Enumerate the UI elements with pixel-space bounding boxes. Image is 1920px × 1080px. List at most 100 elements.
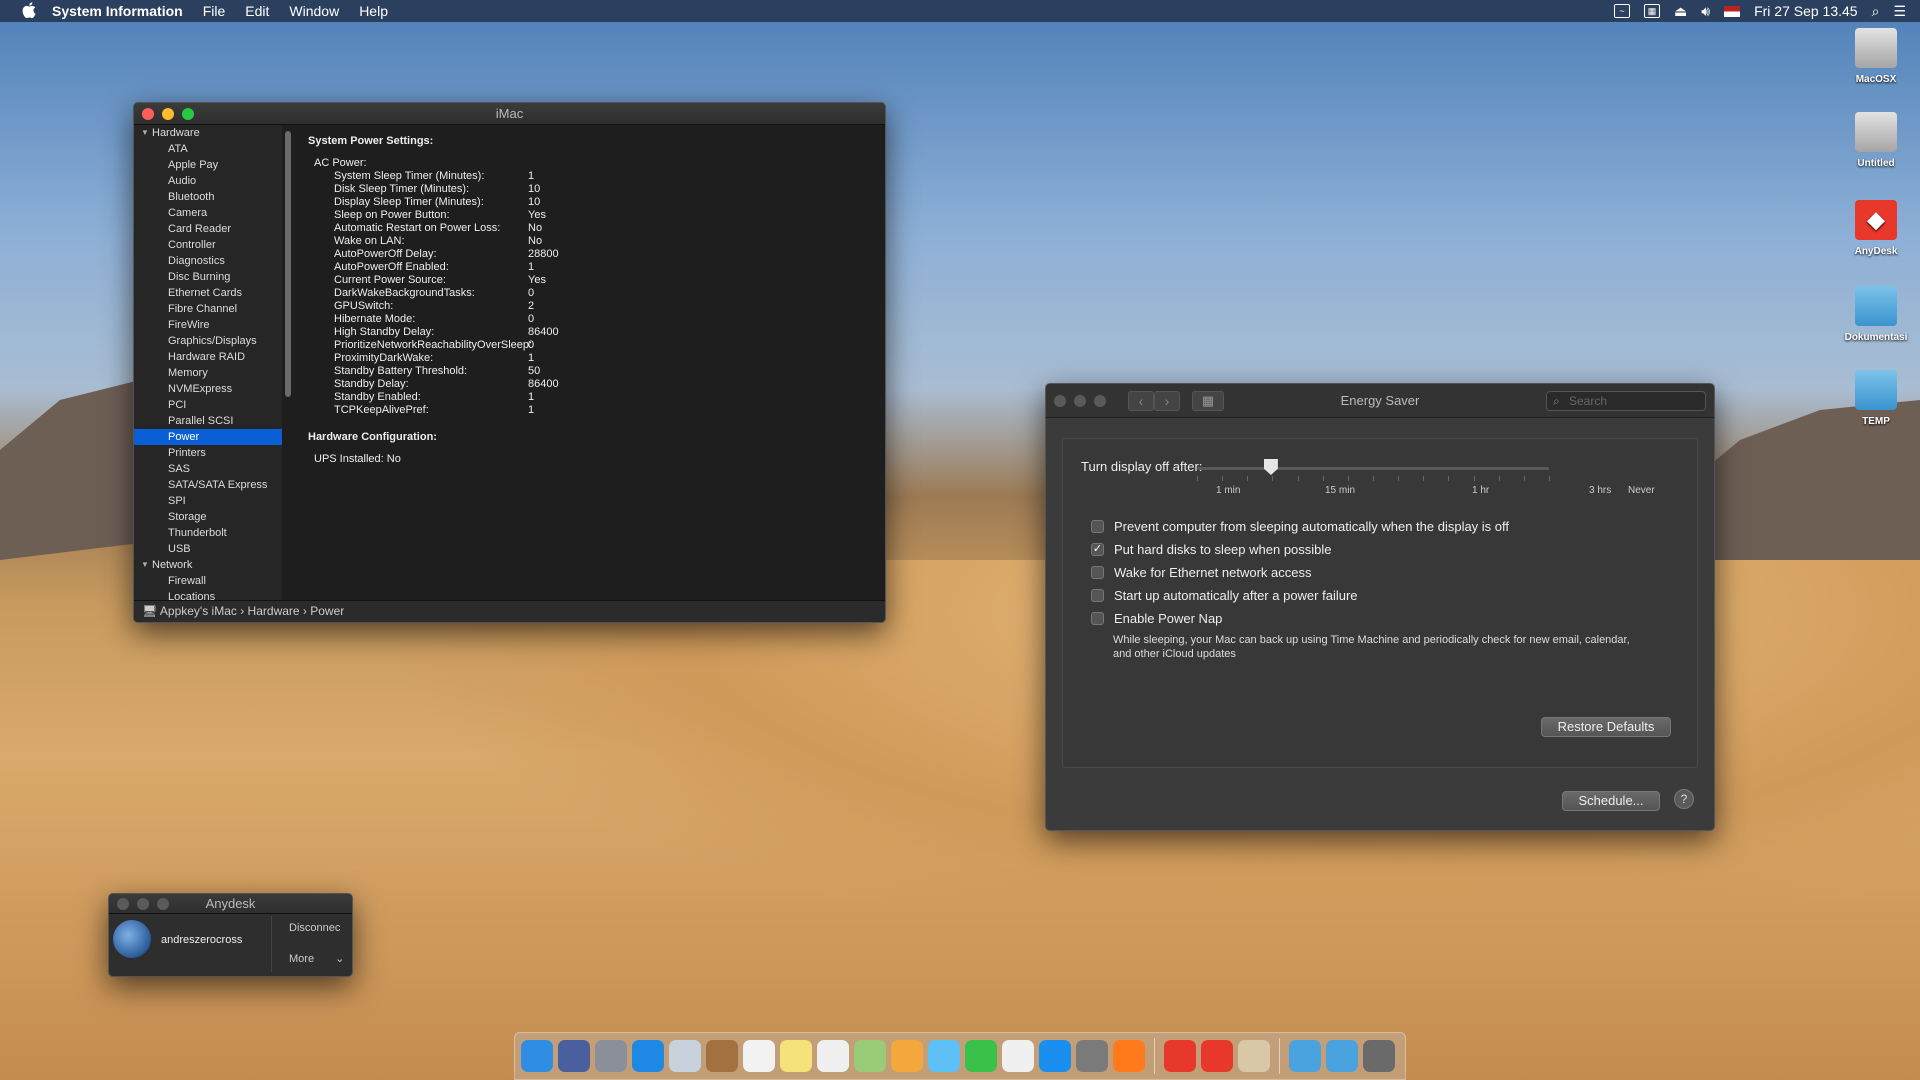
sidebar-scrollbar[interactable] xyxy=(285,131,291,397)
checkbox-power-nap[interactable]: Enable Power Nap xyxy=(1091,611,1222,626)
activity-monitor-icon[interactable]: ~ xyxy=(1614,4,1631,18)
checkbox-disk-sleep[interactable]: ✓ Put hard disks to sleep when possible xyxy=(1091,542,1332,557)
close-button[interactable] xyxy=(117,898,129,910)
zoom-button[interactable] xyxy=(1094,395,1106,407)
menu-app-name[interactable]: System Information xyxy=(52,3,183,19)
desktop-icon-anydesk[interactable]: ◆ AnyDesk xyxy=(1836,200,1916,257)
sidebar-group-network[interactable]: Network xyxy=(134,557,282,573)
dock-app-icon[interactable] xyxy=(1238,1040,1270,1072)
apple-menu-icon[interactable] xyxy=(20,2,38,20)
back-button[interactable]: ‹ xyxy=(1128,391,1154,411)
dock-app-icon[interactable] xyxy=(669,1040,701,1072)
desktop-icon-untitled[interactable]: Untitled xyxy=(1836,112,1916,169)
dock-app-icon[interactable] xyxy=(1164,1040,1196,1072)
checkbox-box[interactable] xyxy=(1091,612,1104,625)
slider-thumb[interactable] xyxy=(1263,459,1278,475)
dock-app-icon[interactable] xyxy=(1363,1040,1395,1072)
sidebar-item[interactable]: Disc Burning xyxy=(134,269,282,285)
sidebar-item[interactable]: Camera xyxy=(134,205,282,221)
sidebar-group-hardware[interactable]: Hardware xyxy=(134,125,282,141)
sidebar-item[interactable]: PCI xyxy=(134,397,282,413)
dock-app-icon[interactable] xyxy=(595,1040,627,1072)
checkbox-box[interactable]: ✓ xyxy=(1091,543,1104,556)
dock-app-icon[interactable] xyxy=(817,1040,849,1072)
dock-app-icon[interactable] xyxy=(1002,1040,1034,1072)
desktop-icon-dokumentasi[interactable]: Dokumentasi xyxy=(1836,286,1916,343)
sidebar-item[interactable]: SPI xyxy=(134,493,282,509)
sidebar-item[interactable]: Graphics/Displays xyxy=(134,333,282,349)
zoom-button[interactable] xyxy=(182,108,194,120)
sidebar-item[interactable]: Apple Pay xyxy=(134,157,282,173)
dock-app-icon[interactable] xyxy=(780,1040,812,1072)
sidebar-item[interactable]: Fibre Channel xyxy=(134,301,282,317)
dock-app-icon[interactable] xyxy=(706,1040,738,1072)
sidebar-item[interactable]: SATA/SATA Express xyxy=(134,477,282,493)
dock-app-icon[interactable] xyxy=(891,1040,923,1072)
dock-app-icon[interactable] xyxy=(1201,1040,1233,1072)
sidebar-item[interactable]: Ethernet Cards xyxy=(134,285,282,301)
dock-app-icon[interactable] xyxy=(558,1040,590,1072)
sidebar-item[interactable]: Parallel SCSI xyxy=(134,413,282,429)
sidebar-item[interactable]: Diagnostics xyxy=(134,253,282,269)
menu-help[interactable]: Help xyxy=(359,3,388,19)
dock-app-icon[interactable] xyxy=(1039,1040,1071,1072)
breadcrumb-text[interactable]: Appkey's iMac › Hardware › Power xyxy=(160,604,344,618)
disconnect-button[interactable]: Disconnec xyxy=(289,922,340,934)
minimize-button[interactable] xyxy=(137,898,149,910)
spotlight-search-icon[interactable]: ⌕ xyxy=(1872,3,1880,20)
dock-app-icon[interactable] xyxy=(1076,1040,1108,1072)
sidebar-item[interactable]: Controller xyxy=(134,237,282,253)
dock-app-icon[interactable] xyxy=(743,1040,775,1072)
checkbox-box[interactable] xyxy=(1091,520,1104,533)
desktop-icon-macosx[interactable]: MacOSX xyxy=(1836,28,1916,85)
sidebar-item[interactable]: NVMExpress xyxy=(134,381,282,397)
eject-icon[interactable]: ⏏ xyxy=(1674,3,1687,20)
clock[interactable]: Fri 27 Sep 13.45 xyxy=(1754,3,1858,19)
close-button[interactable] xyxy=(142,108,154,120)
sidebar-item[interactable]: Memory xyxy=(134,365,282,381)
sidebar-item[interactable]: Firewall xyxy=(134,573,282,589)
sidebar-item[interactable]: ATA xyxy=(134,141,282,157)
menu-edit[interactable]: Edit xyxy=(245,3,269,19)
sidebar-item[interactable]: Thunderbolt xyxy=(134,525,282,541)
forward-button[interactable]: › xyxy=(1154,391,1180,411)
flag-icon[interactable] xyxy=(1724,5,1741,17)
checkbox-wake-ethernet[interactable]: Wake for Ethernet network access xyxy=(1091,565,1312,580)
dock-app-icon[interactable] xyxy=(854,1040,886,1072)
help-button[interactable]: ? xyxy=(1674,789,1694,809)
sidebar-item[interactable]: Card Reader xyxy=(134,221,282,237)
dock-app-icon[interactable] xyxy=(928,1040,960,1072)
keyboard-icon[interactable]: ▦ xyxy=(1644,4,1661,18)
restore-defaults-button[interactable]: Restore Defaults xyxy=(1541,717,1671,737)
sidebar-item[interactable]: FireWire xyxy=(134,317,282,333)
sidebar-item[interactable]: Storage xyxy=(134,509,282,525)
checkbox-box[interactable] xyxy=(1091,566,1104,579)
menu-file[interactable]: File xyxy=(203,3,226,19)
desktop-icon-temp[interactable]: TEMP xyxy=(1836,370,1916,427)
display-sleep-slider[interactable] xyxy=(1197,467,1549,470)
checkbox-box[interactable] xyxy=(1091,589,1104,602)
dock-app-icon[interactable] xyxy=(632,1040,664,1072)
close-button[interactable] xyxy=(1054,395,1066,407)
sidebar-item[interactable]: Hardware RAID xyxy=(134,349,282,365)
menu-window[interactable]: Window xyxy=(289,3,339,19)
minimize-button[interactable] xyxy=(1074,395,1086,407)
dock-app-icon[interactable] xyxy=(521,1040,553,1072)
volume-icon[interactable]: 🔊︎ xyxy=(1701,3,1710,20)
title-bar[interactable]: iMac xyxy=(134,103,885,125)
sidebar-item[interactable]: USB xyxy=(134,541,282,557)
dock-app-icon[interactable] xyxy=(1326,1040,1358,1072)
minimize-button[interactable] xyxy=(162,108,174,120)
notification-center-icon[interactable]: ☰ xyxy=(1893,3,1906,20)
dock-app-icon[interactable] xyxy=(965,1040,997,1072)
sidebar-item[interactable]: Bluetooth xyxy=(134,189,282,205)
checkbox-prevent-sleep[interactable]: Prevent computer from sleeping automatic… xyxy=(1091,519,1509,534)
show-all-grid-icon[interactable]: ▦ xyxy=(1192,391,1224,411)
dock-app-icon[interactable] xyxy=(1113,1040,1145,1072)
checkbox-auto-startup[interactable]: Start up automatically after a power fai… xyxy=(1091,588,1358,603)
zoom-button[interactable] xyxy=(157,898,169,910)
schedule-button[interactable]: Schedule... xyxy=(1562,791,1660,811)
title-bar[interactable]: Anydesk xyxy=(109,894,352,914)
dock-app-icon[interactable] xyxy=(1289,1040,1321,1072)
sidebar-item[interactable]: Audio xyxy=(134,173,282,189)
